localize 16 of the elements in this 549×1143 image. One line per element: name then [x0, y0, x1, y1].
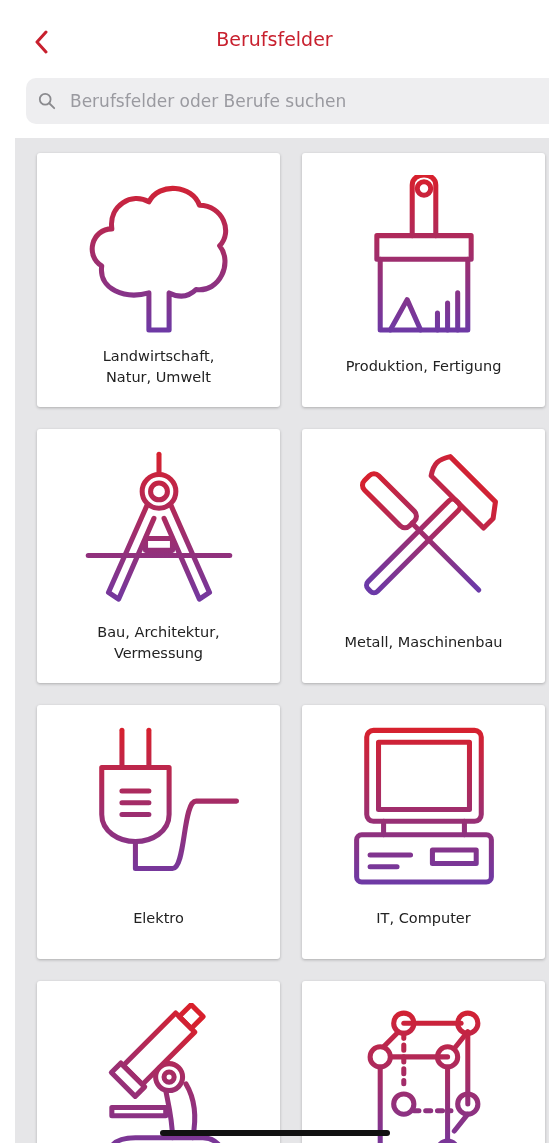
search-field[interactable]: Berufsfelder oder Berufe suchen	[26, 78, 549, 124]
category-label: Bau, Architektur, Vermessung	[97, 623, 220, 663]
category-card[interactable]: Metall, Maschinenbau	[302, 429, 545, 683]
category-card[interactable]: IT, Computer	[302, 705, 545, 959]
page-title: Berufsfelder	[216, 28, 333, 50]
category-card[interactable]: Elektro	[37, 705, 280, 959]
back-icon	[34, 30, 48, 54]
category-card[interactable]: Produktion, Fertigung	[302, 153, 545, 407]
category-card[interactable]: Landwirtschaft, Natur, Umwelt	[37, 153, 280, 407]
category-label: Metall, Maschinenbau	[344, 633, 503, 653]
category-card[interactable]: Bau, Architektur, Vermessung	[37, 429, 280, 683]
category-label: Elektro	[133, 909, 184, 929]
category-label: Landwirtschaft, Natur, Umwelt	[102, 347, 215, 387]
category-label: Produktion, Fertigung	[345, 357, 502, 377]
category-label: IT, Computer	[376, 909, 471, 929]
search-icon	[38, 92, 56, 110]
